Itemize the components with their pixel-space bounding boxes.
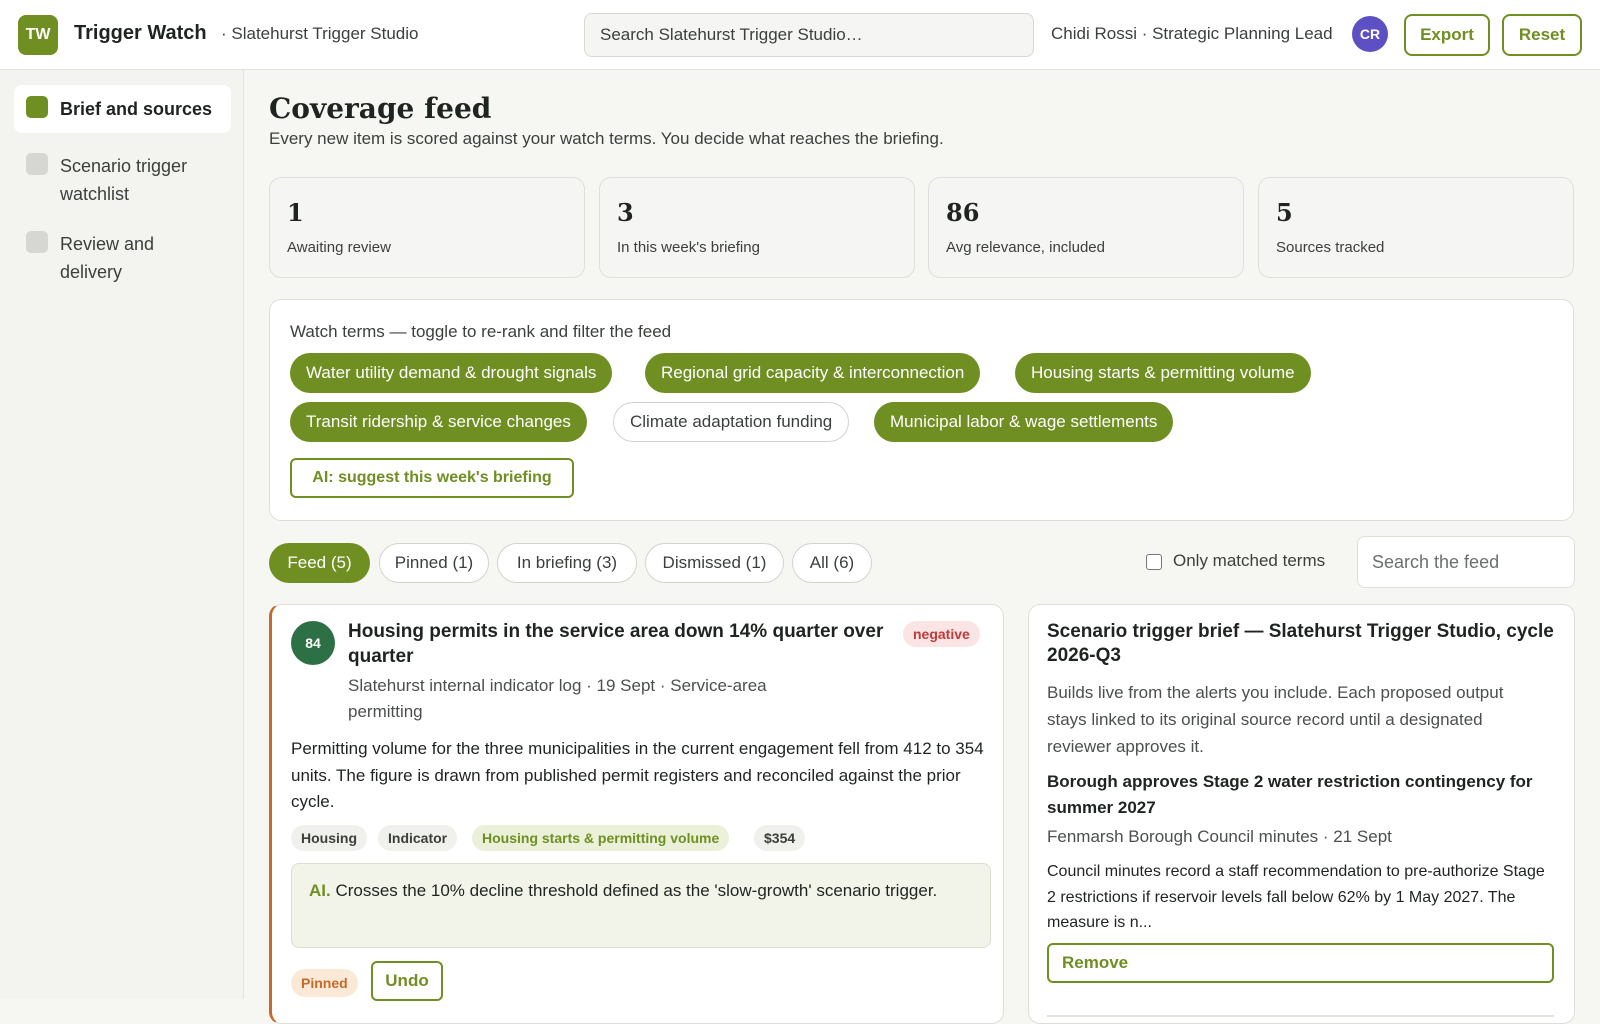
- tab-feed[interactable]: Feed (5): [269, 543, 370, 583]
- brief-title: Scenario trigger brief — Slatehurst Trig…: [1047, 621, 1554, 666]
- brief-item-body: Council minutes record a staff recommend…: [1047, 863, 1545, 931]
- brief-panel: Scenario trigger brief — Slatehurst Trig…: [1028, 604, 1575, 1024]
- relevance-score-badge: 84: [291, 621, 335, 665]
- pinned-badge: Pinned: [291, 969, 358, 997]
- undo-button[interactable]: Undo: [371, 961, 443, 1001]
- stat-label: Sources tracked: [1276, 239, 1385, 256]
- sidebar-item-scenario-trigger-watchlist[interactable]: Scenario trigger watchlist: [14, 142, 231, 218]
- stat-card-in-briefing: 3 In this week's briefing: [599, 177, 915, 278]
- export-button[interactable]: Export: [1404, 14, 1490, 56]
- watch-term-chip[interactable]: Water utility demand & drought signals: [290, 353, 613, 393]
- tab-dismissed[interactable]: Dismissed (1): [645, 543, 784, 583]
- sentiment-badge: negative: [903, 621, 980, 647]
- sidebar: Brief and sources Scenario trigger watch…: [0, 70, 244, 999]
- type-tag: Indicator: [378, 825, 458, 851]
- step-indicator-icon: [26, 96, 48, 118]
- stat-value: 86: [946, 198, 980, 227]
- matched-term-tag: Housing starts & permitting volume: [472, 825, 730, 851]
- sidebar-item-brief-and-sources[interactable]: Brief and sources: [14, 85, 231, 133]
- avatar[interactable]: CR: [1352, 16, 1388, 52]
- feed-card[interactable]: 84 Housing permits in the service area d…: [269, 604, 1004, 1024]
- sidebar-item-label: Scenario trigger watchlist: [60, 156, 188, 204]
- brief-item-title: Borough approves Stage 2 water restricti…: [1047, 772, 1533, 817]
- tab-pinned[interactable]: Pinned (1): [379, 543, 489, 583]
- feed-card-meta: Slatehurst internal indicator log · 19 S…: [348, 676, 767, 721]
- sidebar-item-label: Review and delivery: [60, 234, 155, 282]
- global-search-input[interactable]: [584, 13, 1034, 57]
- watch-term-chip[interactable]: Climate adaptation funding: [613, 402, 850, 442]
- brief-description: Builds live from the alerts you include.…: [1047, 683, 1504, 756]
- ai-label: AI.: [309, 881, 331, 900]
- stat-label: In this week's briefing: [617, 239, 760, 256]
- remove-button[interactable]: Remove: [1047, 943, 1554, 983]
- stat-value: 5: [1276, 198, 1293, 227]
- sidebar-item-label: Brief and sources: [60, 99, 213, 119]
- stat-value: 3: [617, 198, 634, 227]
- page-title: Coverage feed: [269, 92, 492, 125]
- feed-card-title[interactable]: Housing permits in the service area down…: [348, 619, 888, 669]
- watch-terms-heading: Watch terms — toggle to re-rank and filt…: [290, 322, 672, 341]
- ai-suggest-briefing-button[interactable]: AI: suggest this week's briefing: [290, 458, 574, 498]
- user-name: Chidi Rossi · Strategic Planning Lead: [1051, 24, 1333, 43]
- stat-label: Awaiting review: [287, 239, 391, 256]
- watch-term-chip[interactable]: Municipal labor & wage settlements: [874, 402, 1174, 442]
- app-title: Trigger Watch: [74, 22, 207, 44]
- tab-all[interactable]: All (6): [792, 543, 872, 583]
- value-tag: $354: [754, 825, 806, 851]
- only-matched-checkbox[interactable]: [1146, 554, 1162, 570]
- only-matched-label: Only matched terms: [1173, 551, 1326, 570]
- stat-card-awaiting-review: 1 Awaiting review: [269, 177, 585, 278]
- feed-card-body: Permitting volume for the three municipa…: [291, 739, 984, 811]
- stat-card-sources-tracked: 5 Sources tracked: [1258, 177, 1574, 278]
- stat-card-avg-relevance: 86 Avg relevance, included: [928, 177, 1244, 278]
- step-indicator-icon: [26, 153, 48, 175]
- brief-item-meta: Fenmarsh Borough Council minutes · 21 Se…: [1047, 827, 1392, 846]
- app-logo: TW: [18, 15, 58, 55]
- watch-term-chip[interactable]: Transit ridership & service changes: [290, 402, 587, 442]
- divider: [1047, 1015, 1554, 1017]
- feed-search-input[interactable]: [1357, 536, 1575, 588]
- stat-label: Avg relevance, included: [946, 239, 1105, 256]
- org-name: · Slatehurst Trigger Studio: [221, 24, 419, 43]
- ai-rationale-text: Crosses the 10% decline threshold define…: [330, 881, 938, 900]
- tab-in-briefing[interactable]: In briefing (3): [497, 543, 637, 583]
- sidebar-item-review-and-delivery[interactable]: Review and delivery: [14, 220, 231, 296]
- top-bar: TW Trigger Watch · Slatehurst Trigger St…: [0, 0, 1600, 70]
- category-tag: Housing: [291, 825, 367, 851]
- ai-rationale-box: AI. Crosses the 10% decline threshold de…: [291, 863, 991, 948]
- watch-term-chip[interactable]: Regional grid capacity & interconnection: [645, 353, 981, 393]
- page-subtitle: Every new item is scored against your wa…: [269, 129, 944, 148]
- watch-terms-panel: Watch terms — toggle to re-rank and filt…: [269, 299, 1574, 521]
- watch-term-chip[interactable]: Housing starts & permitting volume: [1015, 353, 1311, 393]
- step-indicator-icon: [26, 231, 48, 253]
- reset-button[interactable]: Reset: [1502, 14, 1582, 56]
- stat-value: 1: [287, 198, 304, 227]
